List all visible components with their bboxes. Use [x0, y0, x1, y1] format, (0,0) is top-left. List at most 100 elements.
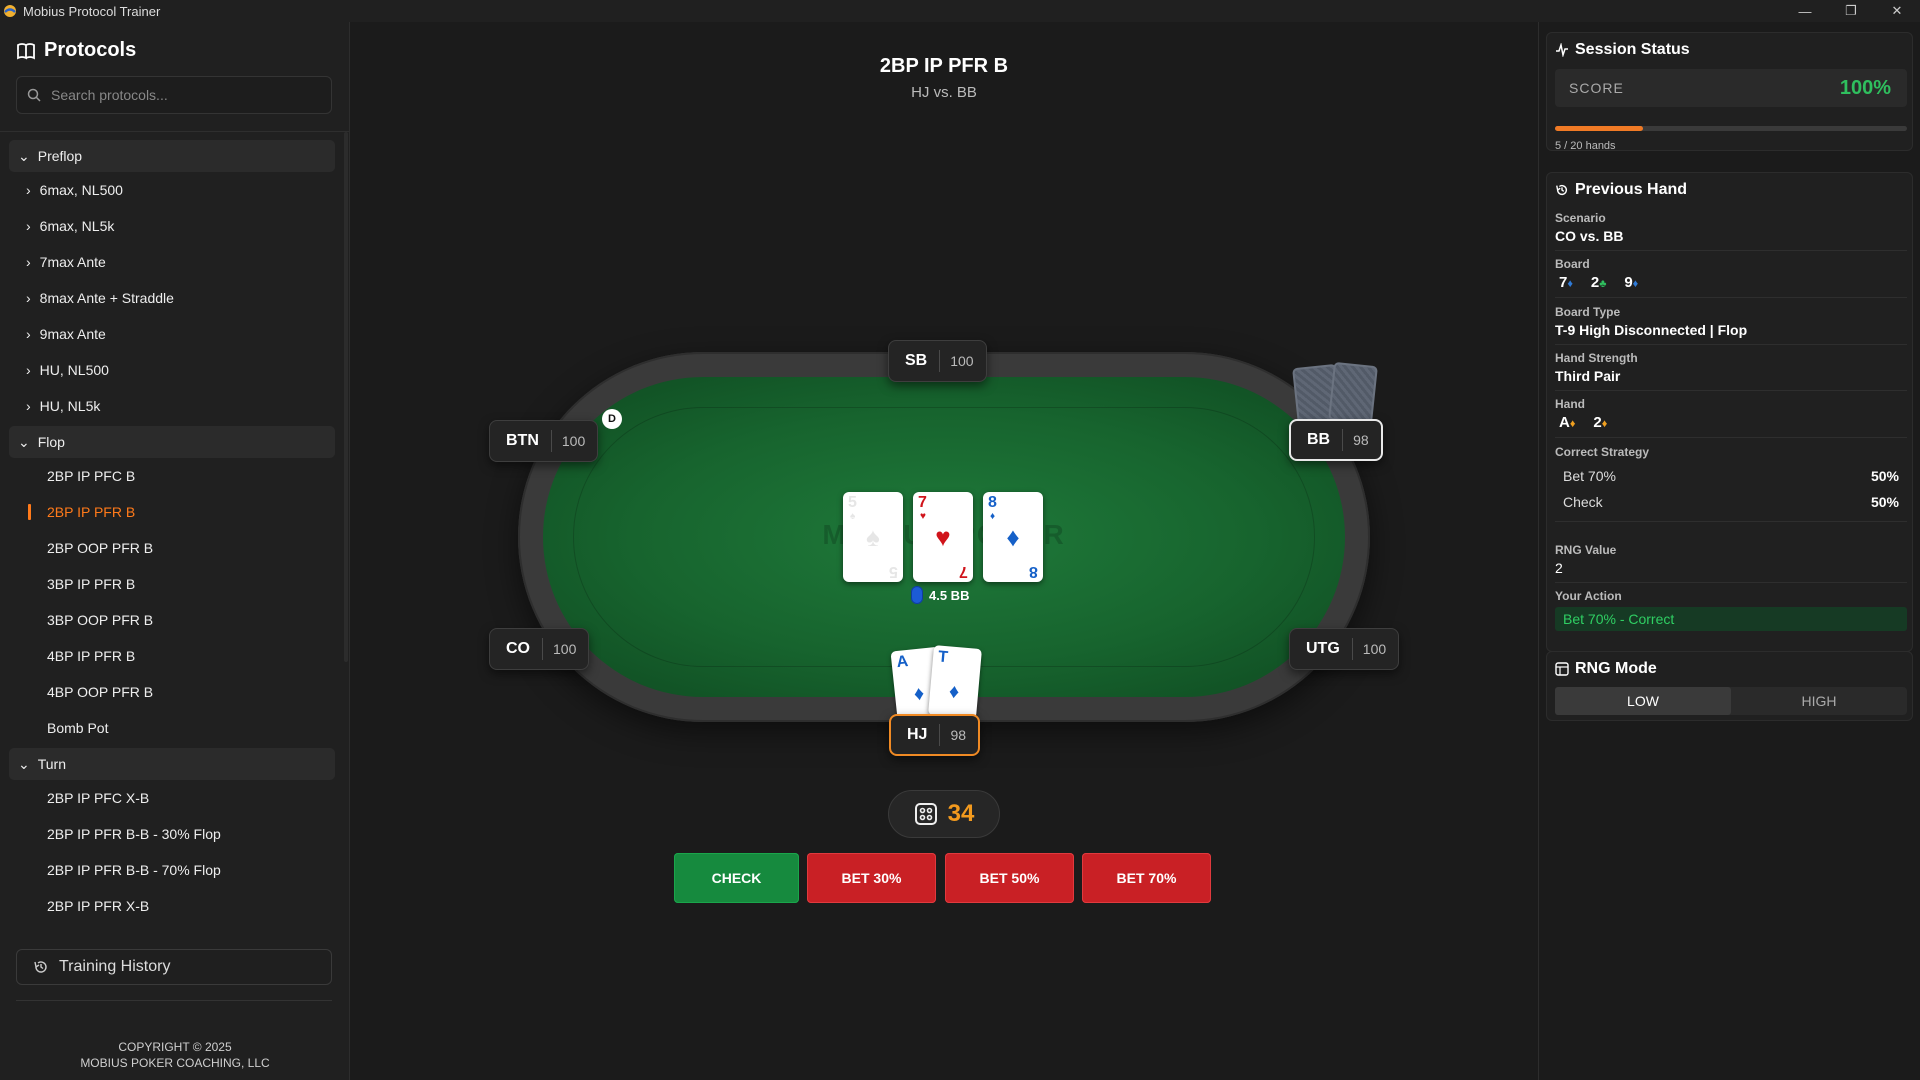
- card-rank: T: [937, 648, 949, 667]
- field-rng-value: RNG Value 2: [1555, 543, 1907, 583]
- tree-folder-label: 6max, NL500: [39, 182, 123, 198]
- session-progress-fill: [1555, 126, 1643, 131]
- timer-value: 34: [947, 800, 975, 827]
- section-preflop[interactable]: ⌄ Preflop: [9, 140, 335, 172]
- card-rank: A: [895, 652, 910, 672]
- seat-btn[interactable]: BTN 100: [489, 420, 599, 462]
- minimize-button[interactable]: —: [1782, 0, 1828, 22]
- seat-position: SB: [889, 350, 941, 372]
- tree-folder[interactable]: › 8max Ante + Straddle: [0, 280, 345, 316]
- protocol-item[interactable]: 2BP OOP PFR B: [0, 530, 345, 566]
- field-board-type: Board Type T-9 High Disconnected | Flop: [1555, 305, 1907, 345]
- seat-stack: 100: [1362, 641, 1387, 657]
- bet-50-button[interactable]: BET 50%: [945, 853, 1074, 903]
- window-controls: — ❐ ✕: [1782, 0, 1920, 22]
- tree-folder[interactable]: › HU, NL5k: [0, 388, 345, 424]
- seat-co[interactable]: CO 100: [489, 628, 590, 670]
- app-logo-icon: [4, 5, 16, 17]
- seat-position: BTN: [490, 430, 552, 452]
- sidebar-header: Protocols: [0, 22, 349, 132]
- copyright-line: COPYRIGHT © 2025: [118, 1040, 232, 1054]
- bet-70-button[interactable]: BET 70%: [1082, 853, 1211, 903]
- strategy-freq: 50%: [1870, 468, 1899, 484]
- tree-folder[interactable]: › 6max, NL5k: [0, 208, 345, 244]
- score-value: 100%: [1839, 76, 1891, 99]
- seat-stack: 100: [950, 353, 974, 369]
- protocol-item[interactable]: 4BP OOP PFR B: [0, 674, 345, 710]
- board-card: 7 ♥ ♥ 7: [913, 492, 973, 582]
- session-progress-bar: [1555, 126, 1907, 131]
- protocol-item-active[interactable]: 2BP IP PFR B: [0, 494, 345, 530]
- rng-low-option[interactable]: LOW: [1555, 687, 1731, 715]
- card-rank: 2: [1593, 414, 1602, 431]
- tree-folder[interactable]: › 6max, NL500: [0, 172, 345, 208]
- section-turn[interactable]: ⌄ Turn: [9, 748, 335, 780]
- book-icon: [17, 42, 35, 59]
- chevron-right-icon: ›: [26, 218, 31, 234]
- chevron-down-icon: ⌄: [18, 433, 30, 450]
- sidebar-title-text: Protocols: [44, 39, 137, 61]
- field-label: Correct Strategy: [1555, 445, 1650, 459]
- board-card-text: 2♣: [1591, 274, 1607, 291]
- protocol-item[interactable]: 2BP IP PFR B-B - 30% Flop: [0, 816, 345, 852]
- tree-folder[interactable]: › 9max Ante: [0, 316, 345, 352]
- seat-position: BB: [1291, 429, 1344, 451]
- search-input[interactable]: [51, 87, 311, 103]
- chevron-down-icon: ⌄: [18, 147, 30, 164]
- tree-folder-label: 6max, NL5k: [39, 218, 115, 234]
- seat-bb[interactable]: BB 98: [1289, 419, 1383, 461]
- strategy-action: Check: [1563, 494, 1603, 510]
- chevron-right-icon: ›: [26, 398, 31, 414]
- protocol-item[interactable]: 2BP IP PFR B-B - 70% Flop: [0, 852, 345, 888]
- history-icon: [34, 961, 47, 973]
- training-history-label: Training History: [59, 958, 171, 975]
- field-your-action: Your Action Bet 70% - Correct: [1555, 589, 1907, 631]
- seat-hj-hero[interactable]: HJ 98: [889, 714, 981, 756]
- check-button[interactable]: CHECK: [674, 853, 799, 903]
- seat-sb[interactable]: SB 100: [888, 340, 987, 382]
- protocol-item[interactable]: 3BP IP PFR B: [0, 566, 345, 602]
- training-history-button[interactable]: Training History: [16, 949, 332, 985]
- previous-hand-title: Previous Hand: [1575, 181, 1688, 198]
- restore-button[interactable]: ❐: [1828, 0, 1874, 22]
- protocol-item[interactable]: 4BP IP PFR B: [0, 638, 345, 674]
- tree-folder-label: 8max Ante + Straddle: [39, 290, 174, 306]
- seat-utg[interactable]: UTG 100: [1289, 628, 1400, 670]
- section-flop[interactable]: ⌄ Flop: [9, 426, 335, 458]
- tree-folder[interactable]: › 7max Ante: [0, 244, 345, 280]
- rng-mode-toggle[interactable]: LOW HIGH: [1555, 687, 1907, 715]
- seat-stack: 100: [553, 641, 577, 657]
- bet-30-button[interactable]: BET 30%: [807, 853, 936, 903]
- card-suit-center: ♥: [935, 522, 951, 552]
- strategy-action: Bet 70%: [1563, 468, 1616, 484]
- field-label: Board Type: [1555, 305, 1621, 319]
- close-button[interactable]: ✕: [1874, 0, 1920, 22]
- field-value: T-9 High Disconnected | Flop: [1555, 322, 1748, 338]
- rng-high-option[interactable]: HIGH: [1731, 687, 1907, 715]
- seat-position: HJ: [891, 724, 941, 746]
- card-rank: 8: [1029, 563, 1038, 580]
- sidebar-scrollbar[interactable]: [344, 132, 348, 662]
- search-box[interactable]: [16, 76, 332, 114]
- protocol-item[interactable]: 3BP OOP PFR B: [0, 602, 345, 638]
- divider: [1555, 582, 1907, 583]
- dice-icon: [1555, 662, 1569, 676]
- field-label: Board: [1555, 257, 1590, 271]
- chevron-right-icon: ›: [26, 182, 31, 198]
- copyright: COPYRIGHT © 2025 MOBIUS POKER COACHING, …: [0, 1039, 350, 1071]
- protocol-item[interactable]: 2BP IP PFC B: [0, 458, 345, 494]
- score-label: SCORE: [1569, 80, 1624, 96]
- protocol-item[interactable]: 2BP IP PFC X-B: [0, 780, 345, 816]
- card-suit: ♦: [990, 511, 996, 522]
- previous-hand-panel: Previous Hand Scenario CO vs. BB Board 7…: [1546, 172, 1913, 652]
- board-card: 5 ♠ ♠ 5: [843, 492, 903, 582]
- field-label: Your Action: [1555, 589, 1622, 603]
- chevron-right-icon: ›: [26, 254, 31, 270]
- protocol-item[interactable]: Bomb Pot: [0, 710, 345, 746]
- tree-folder[interactable]: › HU, NL500: [0, 352, 345, 388]
- field-board: Board 7♦ 2♣ 9♦: [1555, 257, 1907, 298]
- tree-folder-label: HU, NL500: [39, 362, 109, 378]
- card-rank: 5: [889, 563, 898, 580]
- divider: [16, 1000, 332, 1001]
- protocol-item[interactable]: 2BP IP PFR X-B: [0, 888, 345, 924]
